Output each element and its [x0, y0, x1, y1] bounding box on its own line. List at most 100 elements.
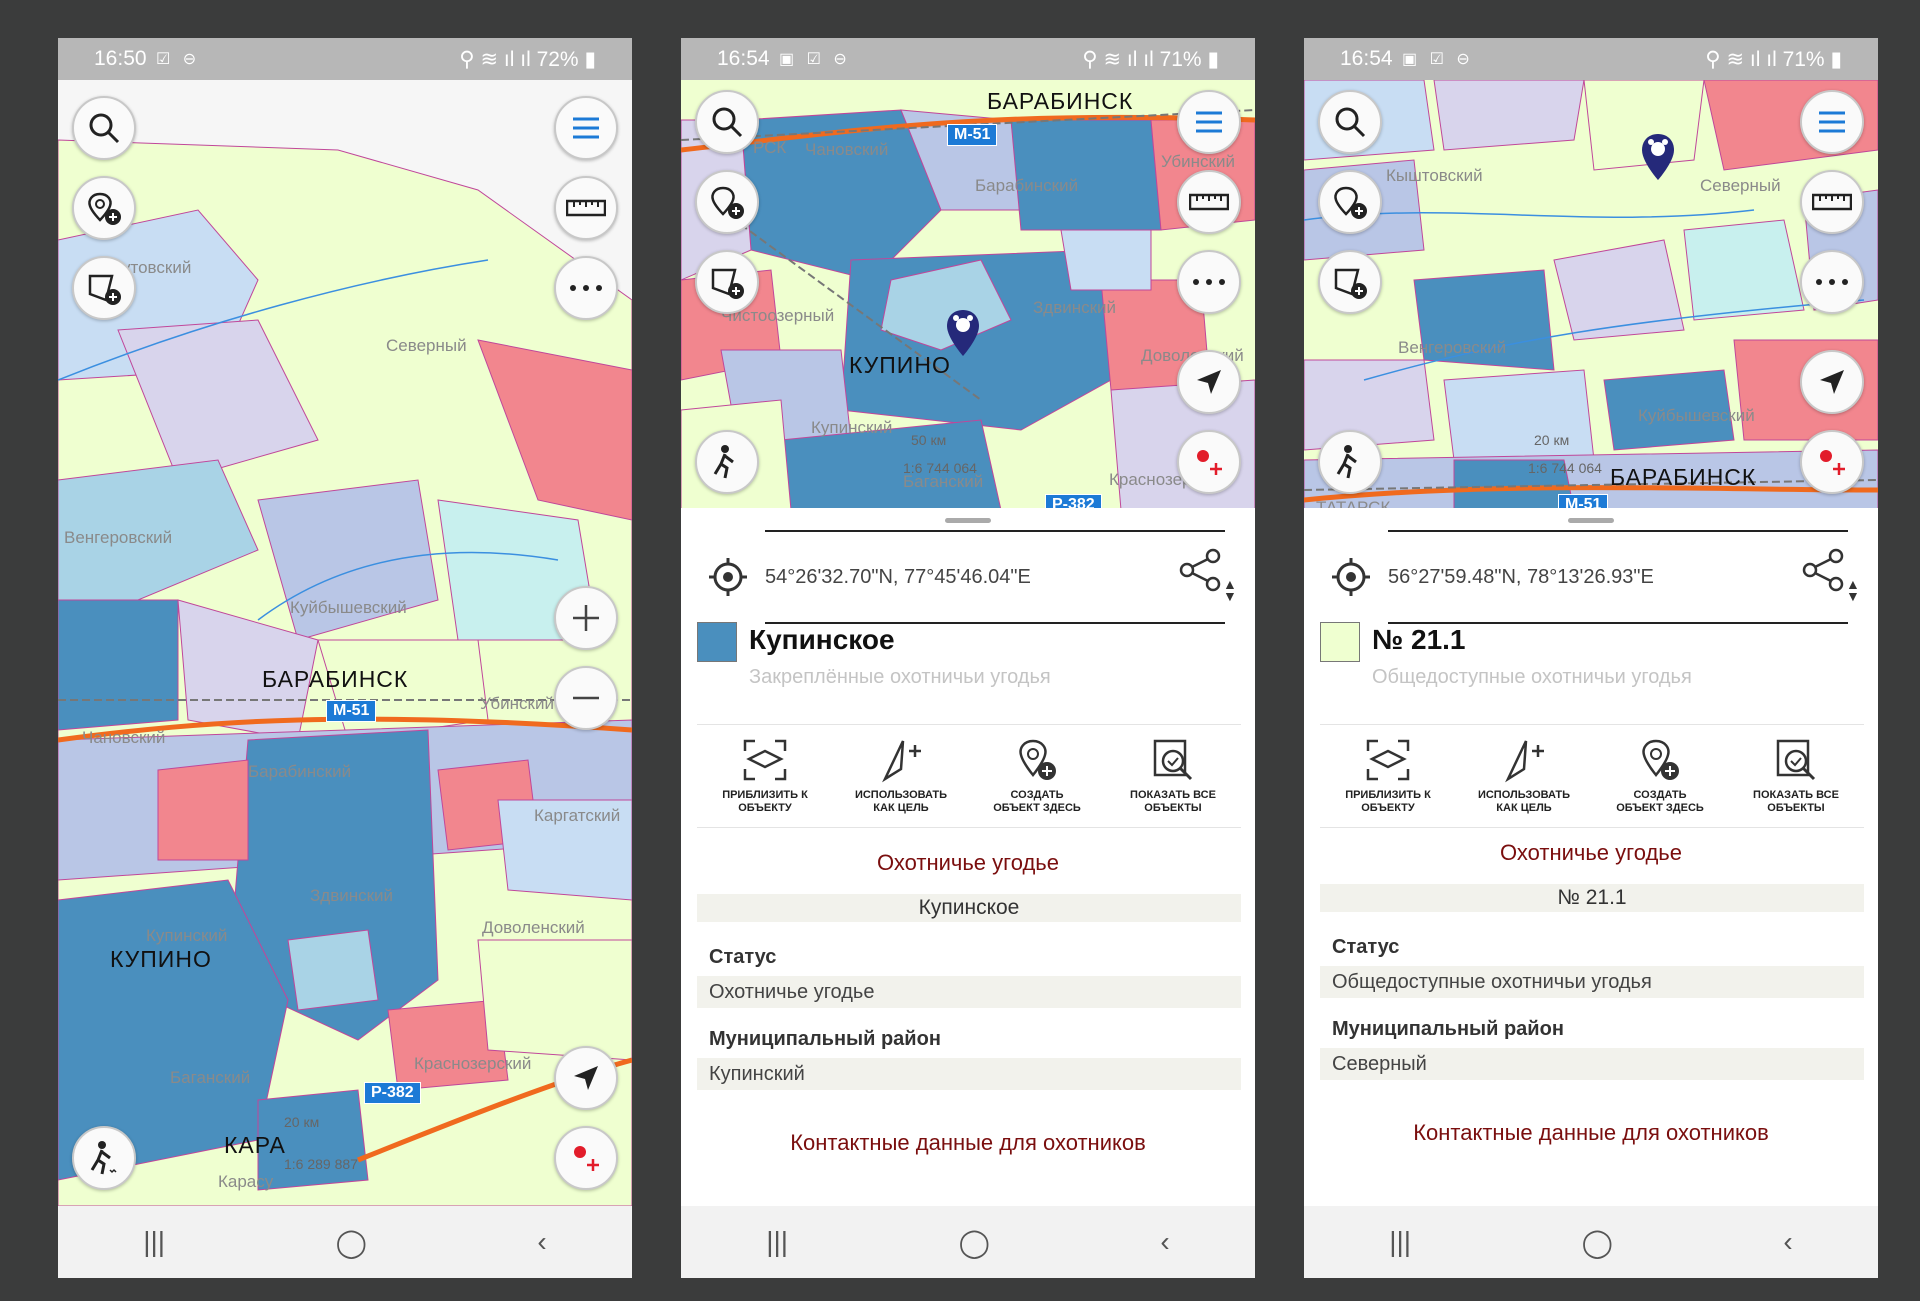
map-label: Купинский: [146, 926, 228, 945]
add-area-button[interactable]: [695, 250, 759, 314]
coordinates-row: 56°27'59.48"N, 78°13'26.93"E ▲ ▼: [1388, 530, 1860, 624]
action-label-line-1: ПРИБЛИЗИТЬ К: [722, 789, 808, 801]
status-label: Статус: [709, 946, 777, 968]
use-as-target-button[interactable]: ИСПОЛЬЗОВАТЬ КАК ЦЕЛЬ: [833, 725, 969, 827]
district-label: Муниципальный район: [1332, 1018, 1564, 1040]
coordinate-format-toggle-icon[interactable]: ▲ ▼: [1223, 577, 1237, 603]
notification-icons: ▣ ☑ ⊖: [779, 51, 851, 68]
battery-level: 72%: [536, 48, 579, 71]
menu-button[interactable]: [1177, 90, 1241, 154]
zoom-to-object-button[interactable]: ПРИБЛИЗИТЬ К ОБЪЕКТУ: [1320, 725, 1456, 827]
search-button[interactable]: [72, 96, 136, 160]
map-canvas[interactable]: [58, 80, 632, 1206]
action-label-line-2: ОБЪЕКТЫ: [1767, 802, 1825, 814]
back-nav-button[interactable]: ‹: [1783, 1226, 1792, 1258]
walking-person-icon: [713, 445, 734, 479]
coordinates-text[interactable]: 54°26'32.70"N, 77°45'46.04"E: [765, 566, 1031, 589]
object-subtitle: Закреплённые охотничьи угодья: [749, 666, 1051, 688]
area-plus-icon: [1334, 268, 1367, 299]
home-nav-button[interactable]: ◯: [336, 1226, 367, 1259]
zoom-out-button[interactable]: [554, 666, 618, 730]
recents-nav-button[interactable]: |||: [143, 1226, 165, 1258]
map-canvas[interactable]: [1304, 80, 1878, 510]
notification-icons: ▣ ☑ ⊖: [1402, 51, 1474, 68]
map-view[interactable]: Кыштовский Северный Венгеровский Куйбыше…: [1304, 80, 1878, 510]
selected-place-marker-icon: [947, 310, 979, 356]
share-icon[interactable]: [1179, 548, 1223, 592]
map-view[interactable]: утовский Северный Венгеровский Куйбышевс…: [58, 80, 632, 1206]
map-label: Убинский: [480, 694, 554, 713]
map-label: Каргатский: [534, 806, 621, 825]
search-icon: [1335, 107, 1366, 138]
ruler-button[interactable]: [1177, 170, 1241, 234]
create-object-here-button[interactable]: СОЗДАТЬ ОБЪЕКТ ЗДЕСЬ: [969, 725, 1105, 827]
crosshair-icon: [1332, 558, 1370, 596]
show-all-objects-button[interactable]: ПОКАЗАТЬ ВСЕ ОБЪЕКТЫ: [1105, 725, 1241, 827]
add-waypoint-button[interactable]: [1800, 430, 1864, 494]
track-button[interactable]: [695, 430, 759, 494]
more-button[interactable]: [1177, 250, 1241, 314]
action-label-line-2: ОБЪЕКТУ: [1361, 802, 1415, 814]
sheet-drag-handle[interactable]: [945, 518, 991, 523]
action-label-line-1: ПРИБЛИЗИТЬ К: [1345, 789, 1431, 801]
my-location-button[interactable]: [1800, 350, 1864, 414]
share-icon[interactable]: [1802, 548, 1846, 592]
my-location-button[interactable]: [554, 1046, 618, 1110]
add-waypoint-button[interactable]: [554, 1126, 618, 1190]
contacts-link[interactable]: Контактные данные для охотников: [681, 1130, 1255, 1156]
walking-person-icon: [1336, 445, 1357, 479]
scale-distance: 20 км: [1534, 432, 1570, 448]
status-label: Статус: [1332, 936, 1400, 958]
pin-plus-icon: [1019, 739, 1056, 780]
menu-button[interactable]: [1800, 90, 1864, 154]
add-place-button[interactable]: [72, 176, 136, 240]
back-nav-button[interactable]: ‹: [537, 1226, 546, 1258]
recents-nav-button[interactable]: |||: [766, 1226, 788, 1258]
add-place-button[interactable]: [1318, 170, 1382, 234]
my-location-button[interactable]: [1177, 350, 1241, 414]
track-button[interactable]: [72, 1126, 136, 1190]
action-label-line-2: ОБЪЕКТУ: [738, 802, 792, 814]
add-waypoint-button[interactable]: [1177, 430, 1241, 494]
area-plus-icon: [711, 268, 744, 299]
recents-nav-button[interactable]: |||: [1389, 1226, 1411, 1258]
zoom-to-object-button[interactable]: ПРИБЛИЗИТЬ К ОБЪЕКТУ: [697, 725, 833, 827]
contacts-link[interactable]: Контактные данные для охотников: [1304, 1120, 1878, 1146]
navigation-arrow-icon: [1820, 370, 1844, 394]
create-object-here-button[interactable]: СОЗДАТЬ ОБЪЕКТ ЗДЕСЬ: [1592, 725, 1728, 827]
zoom-in-button[interactable]: [554, 586, 618, 650]
show-all-objects-button[interactable]: ПОКАЗАТЬ ВСЕ ОБЪЕКТЫ: [1728, 725, 1864, 827]
add-area-button[interactable]: [72, 256, 136, 320]
coordinate-format-toggle-icon[interactable]: ▲ ▼: [1846, 577, 1860, 603]
hamburger-icon: [1196, 111, 1222, 133]
sheet-drag-handle[interactable]: [1568, 518, 1614, 523]
search-button[interactable]: [1318, 90, 1382, 154]
menu-button[interactable]: [554, 96, 618, 160]
object-name-bar: № 21.1: [1320, 884, 1864, 912]
coordinates-text[interactable]: 56°27'59.48"N, 78°13'26.93"E: [1388, 566, 1654, 589]
scale-ratio: 1:6 744 064: [1528, 460, 1602, 476]
district-label: Муниципальный район: [709, 1028, 941, 1050]
more-button[interactable]: [554, 256, 618, 320]
add-place-button[interactable]: [695, 170, 759, 234]
search-button[interactable]: [695, 90, 759, 154]
more-button[interactable]: [1800, 250, 1864, 314]
map-label: Баганский: [170, 1068, 251, 1087]
map-label: Северный: [386, 336, 467, 355]
more-dots-icon: [1193, 279, 1225, 285]
back-nav-button[interactable]: ‹: [1160, 1226, 1169, 1258]
road-shield: Р-382: [364, 1082, 421, 1104]
map-label: Куйбышевский: [290, 598, 407, 617]
ruler-button[interactable]: [1800, 170, 1864, 234]
add-area-button[interactable]: [1318, 250, 1382, 314]
map-label: Доволенский: [482, 918, 585, 937]
track-button[interactable]: [1318, 430, 1382, 494]
city-label: БАРАБИНСК: [262, 666, 409, 692]
map-label-partial: Карасу: [218, 1172, 274, 1191]
district-value: Северный: [1320, 1048, 1864, 1080]
home-nav-button[interactable]: ◯: [1582, 1226, 1613, 1259]
home-nav-button[interactable]: ◯: [959, 1226, 990, 1259]
map-view[interactable]: РСК Чановский Барабинский Убинский Чисто…: [681, 80, 1255, 510]
ruler-button[interactable]: [554, 176, 618, 240]
use-as-target-button[interactable]: ИСПОЛЬЗОВАТЬ КАК ЦЕЛЬ: [1456, 725, 1592, 827]
